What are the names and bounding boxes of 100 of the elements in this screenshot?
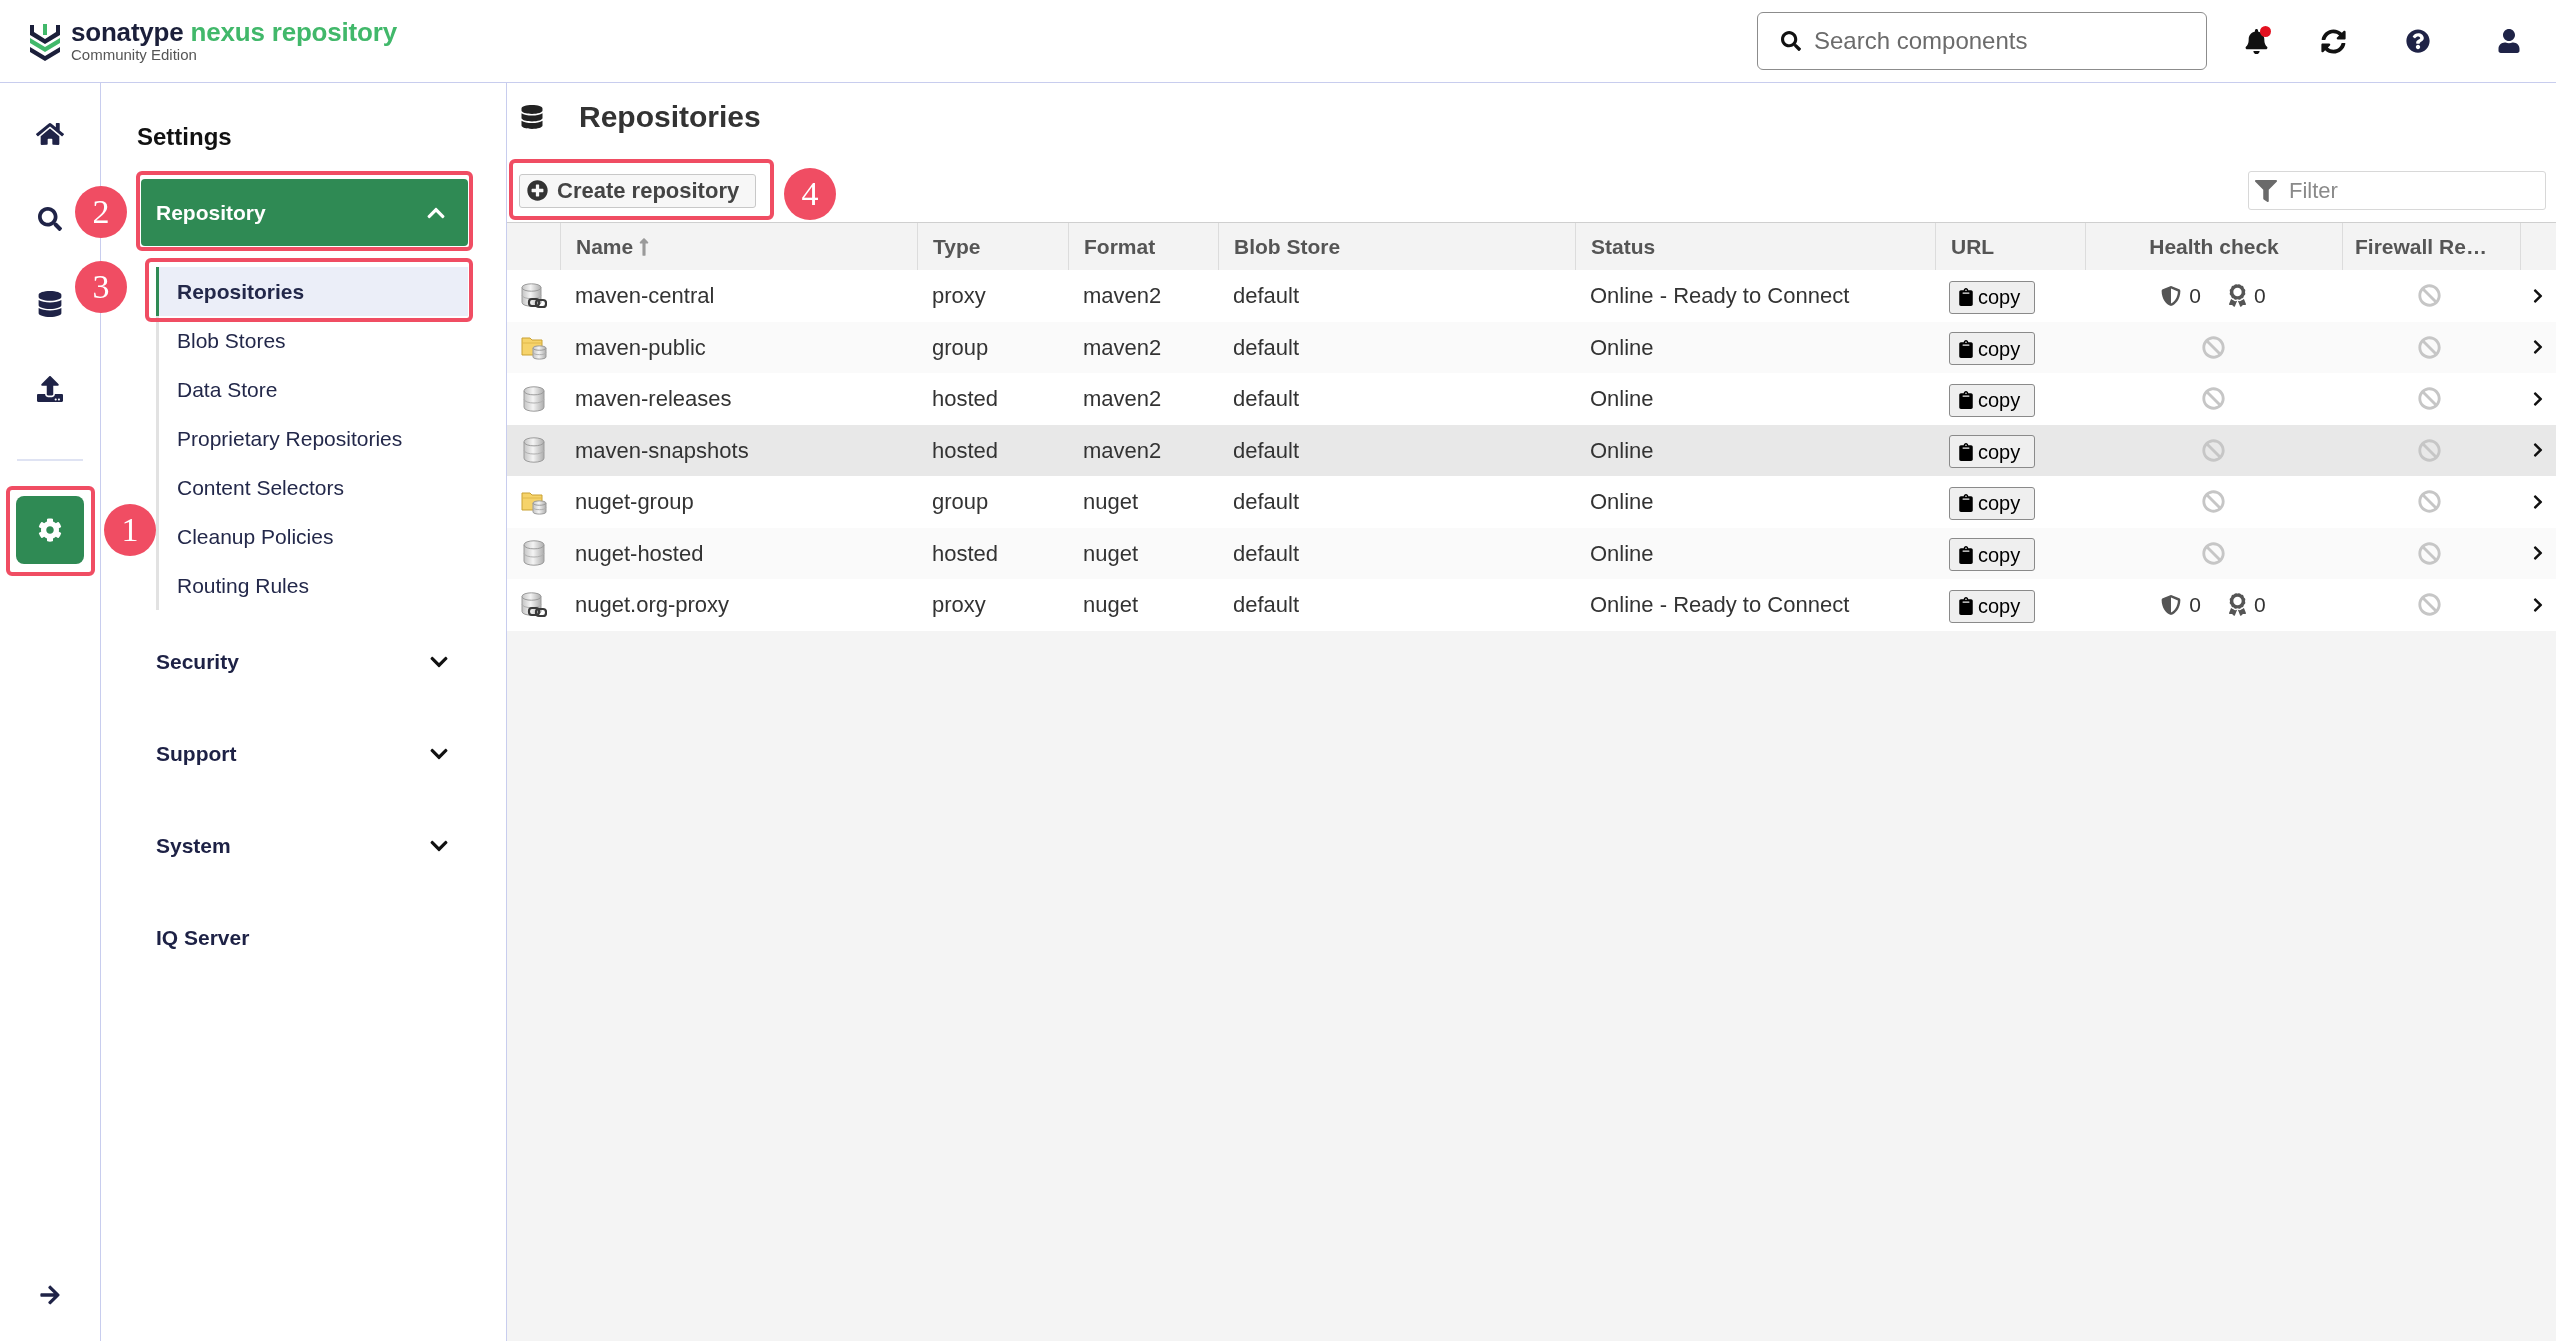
table-row[interactable]: nuget-hosted hosted nuget default Online copy — [507, 527, 2556, 579]
create-repository-button[interactable]: Create repository — [519, 173, 756, 208]
step-number-badge: 4 — [784, 167, 836, 220]
chevron-right-icon[interactable] — [2531, 545, 2545, 562]
copy-button[interactable]: copy — [1949, 538, 2035, 572]
copy-button[interactable]: copy — [1949, 486, 2035, 520]
database-icon — [522, 540, 545, 567]
ban-icon — [2417, 490, 2441, 514]
nav-item[interactable]: Data Store — [156, 365, 468, 414]
table-row[interactable]: maven-central proxy maven2 default Online - Ready to Connect copy 0 0 — [507, 270, 2556, 322]
chevron-right-icon[interactable] — [2531, 339, 2545, 356]
format-cell: nuget — [1083, 489, 1139, 515]
table-row[interactable]: nuget-group group nuget default Online copy — [507, 476, 2556, 528]
nav-link[interactable]: IQ Server — [156, 922, 250, 954]
nav-section-header[interactable]: System — [141, 800, 468, 892]
nav-item[interactable]: Cleanup Policies — [156, 512, 468, 561]
arrow-right-icon[interactable] — [39, 1284, 61, 1306]
copy-button[interactable]: copy — [1949, 332, 2035, 366]
nav-section-header[interactable]: Security — [141, 616, 468, 708]
table-row[interactable]: maven-snapshots hosted maven2 default Online copy — [507, 424, 2556, 476]
upload-nav-button[interactable] — [37, 376, 63, 402]
nav-item[interactable]: Repositories — [156, 267, 468, 316]
table-row[interactable]: nuget.org-proxy proxy nuget default Online - Ready to Connect copy 0 0 — [507, 579, 2556, 631]
settings-nav-button[interactable] — [16, 496, 84, 564]
shield-icon — [2161, 593, 2182, 616]
nav-item[interactable]: Proprietary Repositories — [156, 414, 468, 463]
nav-item[interactable]: Content Selectors — [156, 463, 468, 512]
type-cell: proxy — [932, 592, 986, 618]
status-cell: Online — [1590, 540, 1654, 566]
copy-button[interactable]: copy — [1949, 280, 2035, 314]
status-cell: Online - Ready to Connect — [1590, 283, 1850, 309]
ban-icon — [2417, 593, 2441, 617]
settings-icon — [38, 518, 62, 542]
nav-section-header[interactable]: Repository — [141, 179, 468, 246]
format-cell: maven2 — [1083, 437, 1162, 463]
blob-store-cell: default — [1233, 540, 1300, 566]
name-cell: nuget-group — [575, 489, 694, 515]
ban-icon — [2417, 541, 2441, 565]
format-cell: maven2 — [1083, 386, 1162, 412]
search-icon — [1781, 31, 1801, 51]
filter-icon — [2255, 179, 2277, 202]
type-cell: hosted — [932, 386, 999, 412]
table-row[interactable]: maven-public group maven2 default Online copy — [507, 321, 2556, 373]
step-number-badge: 2 — [75, 186, 127, 238]
type-cell: group — [932, 489, 989, 515]
nav-item[interactable]: Blob Stores — [156, 316, 468, 365]
ban-icon — [2202, 541, 2225, 565]
status-cell: Online — [1590, 386, 1654, 412]
chevron-right-icon[interactable] — [2531, 442, 2545, 459]
status-cell: Online — [1590, 437, 1654, 463]
clipboard-icon — [1959, 339, 1973, 358]
type-cell: proxy — [932, 283, 986, 309]
filter-field[interactable]: Filter — [2248, 171, 2546, 210]
shield-icon — [2161, 284, 2182, 307]
type-cell: group — [932, 334, 989, 360]
search-input[interactable]: Search components — [1814, 23, 2196, 59]
database-link-icon — [520, 282, 547, 309]
nav-item[interactable]: Routing Rules — [156, 561, 468, 610]
name-cell: maven-releases — [575, 386, 732, 412]
clipboard-icon — [1959, 494, 1973, 513]
database-icon — [38, 291, 62, 317]
chevron-right-icon[interactable] — [2531, 493, 2545, 510]
clipboard-icon — [1959, 442, 1973, 461]
format-cell: maven2 — [1083, 283, 1162, 309]
search-field[interactable]: Search components — [1757, 12, 2207, 70]
search-icon — [38, 207, 62, 231]
clipboard-icon — [1959, 545, 1973, 564]
help-icon[interactable] — [2406, 29, 2430, 53]
count-text: 0 — [2254, 592, 2266, 618]
nav-section-header[interactable]: Support — [141, 708, 468, 800]
copy-button[interactable]: copy — [1949, 589, 2035, 623]
ban-icon — [2202, 387, 2225, 411]
filter-input[interactable]: Filter — [2289, 174, 2545, 207]
page-title: Repositories — [579, 102, 761, 132]
ban-icon — [2417, 387, 2441, 411]
blob-store-cell: default — [1233, 437, 1300, 463]
copy-button[interactable]: copy — [1949, 383, 2035, 417]
chevron-right-icon[interactable] — [2531, 596, 2545, 613]
sort-arrow-icon — [639, 236, 650, 257]
name-cell: maven-central — [575, 283, 715, 309]
user-icon[interactable] — [2498, 29, 2520, 53]
ban-icon — [2417, 284, 2441, 308]
database-link-icon — [520, 591, 547, 618]
search-nav-button[interactable] — [38, 207, 62, 231]
status-cell: Online - Ready to Connect — [1590, 592, 1850, 618]
chevron-right-icon[interactable] — [2531, 287, 2545, 304]
ban-icon — [2202, 490, 2225, 514]
chevron-right-icon[interactable] — [2531, 390, 2545, 407]
award-icon — [2229, 593, 2246, 617]
home-nav-button[interactable] — [36, 120, 64, 148]
refresh-icon[interactable] — [2321, 28, 2346, 54]
count-text: 0 — [2189, 592, 2201, 618]
bell-icon[interactable] — [2245, 28, 2268, 54]
copy-button[interactable]: copy — [1949, 435, 2035, 469]
logo-icon — [28, 21, 62, 61]
blob-store-cell: default — [1233, 592, 1300, 618]
database-icon — [522, 437, 545, 464]
name-cell: maven-public — [575, 334, 706, 360]
database-nav-button[interactable] — [38, 291, 62, 317]
table-row[interactable]: maven-releases hosted maven2 default Online copy — [507, 373, 2556, 425]
